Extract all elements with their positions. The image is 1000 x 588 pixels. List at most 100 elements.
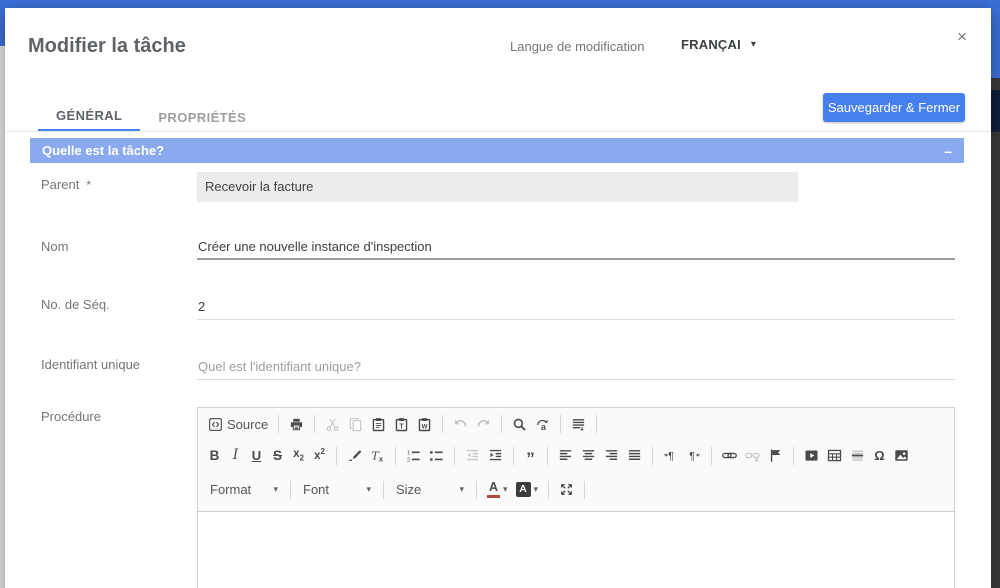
media-button[interactable]: [802, 444, 821, 468]
anchor-icon: [768, 448, 783, 463]
parent-label: Parent *: [41, 177, 91, 192]
format-dropdown[interactable]: Format ▾: [206, 478, 282, 502]
italic-button[interactable]: I: [227, 444, 244, 468]
copyformat-icon: [347, 448, 362, 463]
increase-indent-button[interactable]: [486, 444, 505, 468]
subscript-icon: x2: [293, 447, 304, 463]
paste-plain-text-button[interactable]: T: [392, 412, 411, 436]
list-ol-icon: 12: [406, 448, 421, 463]
uid-label: Identifiant unique: [41, 357, 141, 372]
paste-word-icon: W: [417, 417, 432, 432]
font-dropdown[interactable]: Font ▾: [299, 478, 375, 502]
outdent-icon: [465, 448, 480, 463]
maximize-button[interactable]: [557, 478, 576, 502]
dir-rtl-icon: ¶: [686, 448, 701, 463]
replace-button[interactable]: a: [533, 412, 552, 436]
specialchar-icon: Ω: [874, 448, 885, 463]
image-button[interactable]: [892, 444, 911, 468]
toolbar-separator: [501, 415, 503, 433]
strikethrough-button[interactable]: S: [269, 444, 286, 468]
paste-text-icon: T: [394, 417, 409, 432]
superscript-button[interactable]: x2: [311, 444, 328, 468]
align-right-button[interactable]: [602, 444, 621, 468]
bold-button[interactable]: B: [206, 444, 223, 468]
undo-button[interactable]: [451, 412, 470, 436]
background-color-button[interactable]: A ▾: [514, 478, 541, 502]
unlink-button[interactable]: [743, 444, 762, 468]
underline-button[interactable]: U: [248, 444, 265, 468]
cut-button[interactable]: [323, 412, 342, 436]
subscript-button[interactable]: x2: [290, 444, 307, 468]
caret-down-icon: ▾: [503, 484, 508, 494]
toolbar-separator: [652, 446, 653, 465]
editor-content-area[interactable]: [198, 512, 954, 588]
hr-icon: [850, 448, 865, 463]
redo-button[interactable]: [474, 412, 493, 436]
align-justify-button[interactable]: [625, 444, 644, 468]
text-color-button[interactable]: A ▾: [485, 478, 510, 502]
copy-formatting-button[interactable]: [345, 444, 364, 468]
toolbar-separator: [513, 446, 514, 465]
find-button[interactable]: [510, 412, 529, 436]
link-button[interactable]: [720, 444, 739, 468]
text-direction-ltr-button[interactable]: ¶: [661, 444, 680, 468]
toolbar-separator: [560, 415, 562, 433]
align-left-button[interactable]: [556, 444, 575, 468]
blockquote-button[interactable]: ”: [522, 444, 539, 468]
special-char-button[interactable]: Ω: [871, 444, 888, 468]
dialog-title: Modifier la tâche: [28, 35, 186, 57]
replace-icon: a: [535, 417, 550, 432]
link-icon: [722, 448, 737, 463]
undo-icon: [453, 417, 468, 432]
anchor-button[interactable]: [766, 444, 785, 468]
media-icon: [804, 448, 819, 463]
italic-icon: I: [232, 446, 239, 463]
horizontal-rule-button[interactable]: [848, 444, 867, 468]
editor-toolbar: Source T Wa B I U Sx2 x2 Tx 1 2 ” ¶ ¶ Ω Format ▾ Font ▾ Siz…: [198, 408, 954, 512]
toolbar-separator: [336, 446, 337, 465]
language-dropdown-value: FRANÇAI: [681, 37, 741, 52]
language-dropdown[interactable]: FRANÇAI ▾: [681, 37, 756, 52]
table-button[interactable]: [825, 444, 844, 468]
caret-down-icon: ▾: [366, 484, 371, 494]
print-button[interactable]: [287, 412, 306, 436]
quote-icon: ”: [526, 448, 535, 468]
tab-proprietes[interactable]: PROPRIÉTÉS: [140, 102, 264, 132]
toolbar-separator: [442, 415, 444, 433]
size-dropdown[interactable]: Size ▾: [392, 478, 468, 502]
source-button[interactable]: Source: [206, 412, 270, 436]
collapse-icon[interactable]: –: [944, 143, 952, 159]
copy-icon: [348, 417, 363, 432]
list-ul-icon: [429, 448, 444, 463]
nom-input[interactable]: [197, 234, 955, 260]
svg-text:a: a: [541, 421, 546, 431]
paste-button[interactable]: [369, 412, 388, 436]
caret-down-icon: ▾: [750, 38, 756, 50]
caret-down-icon: ▾: [533, 484, 539, 494]
caret-down-icon: ▾: [459, 484, 464, 494]
close-icon[interactable]: ×: [957, 28, 967, 45]
bulleted-list-button[interactable]: [427, 444, 446, 468]
copy-button[interactable]: [346, 412, 365, 436]
toolbar-separator: [383, 480, 384, 499]
indent-icon: [488, 448, 503, 463]
uid-input[interactable]: [197, 354, 955, 380]
seq-input[interactable]: [197, 294, 955, 320]
toolbar-separator: [454, 446, 455, 465]
select-all-button[interactable]: [569, 412, 588, 436]
section-header[interactable]: Quelle est la tâche? –: [30, 138, 964, 163]
image-icon: [894, 448, 909, 463]
toolbar-separator: [476, 480, 477, 499]
tab-general[interactable]: GÉNÉRAL: [38, 102, 141, 132]
size-dropdown-label: Size: [396, 482, 422, 497]
remove-format-button[interactable]: Tx: [368, 444, 387, 468]
decrease-indent-button[interactable]: [463, 444, 482, 468]
save-and-close-button[interactable]: Sauvegarder & Fermer: [823, 93, 965, 122]
edit-task-dialog: Modifier la tâche Langue de modification…: [5, 8, 991, 588]
tabbar-divider: [5, 131, 991, 132]
align-center-button[interactable]: [579, 444, 598, 468]
text-direction-rtl-button[interactable]: ¶: [684, 444, 703, 468]
paste-icon: [371, 417, 386, 432]
numbered-list-button[interactable]: 12: [404, 444, 423, 468]
paste-from-word-button[interactable]: W: [415, 412, 434, 436]
